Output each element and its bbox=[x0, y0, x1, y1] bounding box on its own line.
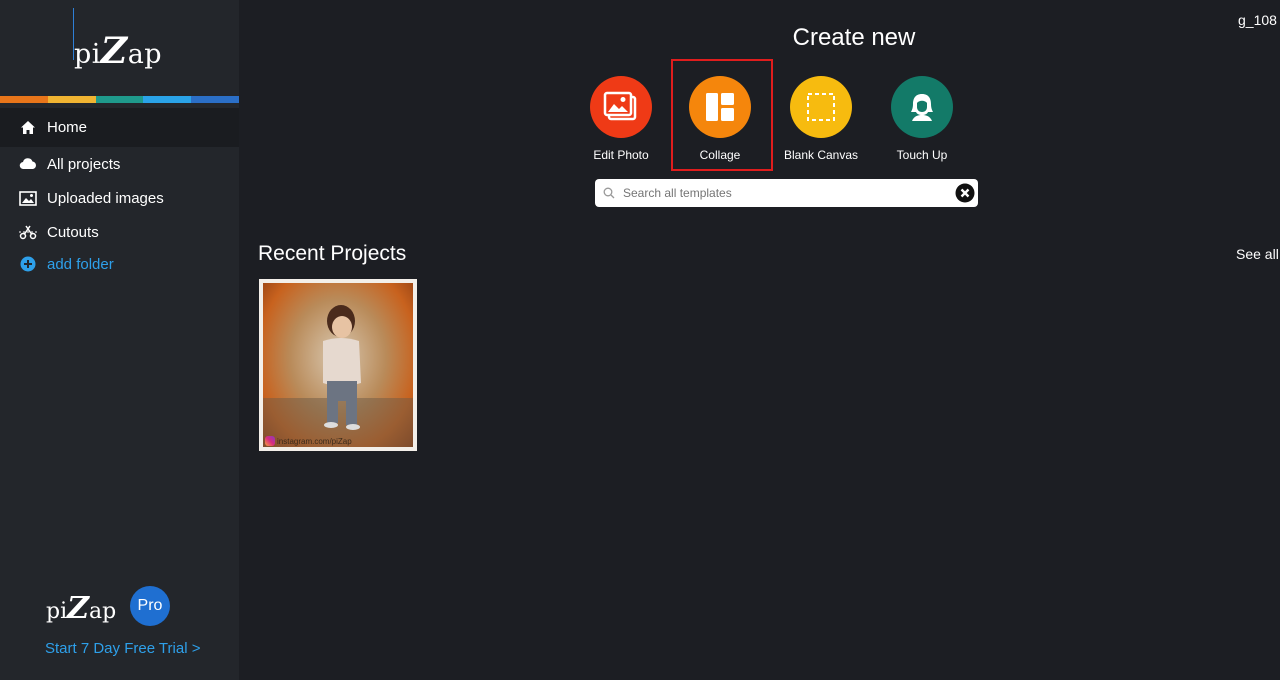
sidebar-item-label: All projects bbox=[47, 155, 121, 173]
see-all-link[interactable]: See all bbox=[1236, 246, 1279, 262]
blank-canvas-circle bbox=[790, 76, 852, 138]
blank-canvas-button[interactable]: Blank Canvas bbox=[781, 74, 861, 162]
edit-photo-label: Edit Photo bbox=[593, 148, 649, 162]
pro-logo-text-pi: pi bbox=[46, 599, 68, 624]
instagram-icon bbox=[265, 436, 275, 446]
sidebar-nav: Home All projects Uploaded images Cutout… bbox=[0, 108, 239, 279]
username-label[interactable]: g_108 bbox=[1238, 12, 1277, 28]
clear-search-icon[interactable] bbox=[954, 182, 976, 204]
touch-up-label: Touch Up bbox=[896, 148, 948, 162]
collage-highlight-box bbox=[671, 59, 773, 171]
search-icon bbox=[595, 179, 623, 207]
template-search-bar bbox=[595, 179, 978, 207]
recent-project-thumbnail[interactable]: instagram.com/piZap bbox=[259, 279, 417, 451]
touch-up-circle bbox=[891, 76, 953, 138]
pizap-pro-logo: piZap bbox=[46, 591, 116, 626]
stripe-segment bbox=[191, 96, 239, 103]
color-stripe bbox=[0, 96, 239, 103]
logo-text-pi: pi bbox=[74, 39, 101, 70]
pizap-logo[interactable]: piZap bbox=[73, 8, 163, 72]
home-icon bbox=[18, 119, 38, 137]
plus-circle-icon bbox=[18, 255, 38, 273]
sidebar-item-home[interactable]: Home bbox=[0, 108, 239, 147]
recent-projects-title: Recent Projects bbox=[258, 242, 407, 265]
logo-text-ap: ap bbox=[127, 39, 163, 70]
edit-photo-icon bbox=[603, 91, 637, 121]
sidebar-item-all-projects[interactable]: All projects bbox=[0, 147, 239, 181]
stripe-segment bbox=[143, 96, 192, 103]
cloud-icon bbox=[18, 155, 38, 173]
stripe-segment bbox=[0, 96, 48, 103]
blank-canvas-icon bbox=[807, 93, 835, 121]
text-cursor bbox=[73, 8, 74, 60]
edit-photo-button[interactable]: Edit Photo bbox=[581, 74, 661, 162]
free-trial-link[interactable]: Start 7 Day Free Trial > bbox=[45, 640, 200, 657]
sidebar-item-cutouts[interactable]: Cutouts bbox=[0, 215, 239, 249]
blank-canvas-label: Blank Canvas bbox=[783, 148, 859, 162]
create-options: Edit Photo Collage Blank Canvas Touch Up bbox=[580, 74, 980, 174]
sidebar-item-uploaded-images[interactable]: Uploaded images bbox=[0, 181, 239, 215]
sidebar: piZap Home All projects Uploaded images bbox=[0, 0, 239, 680]
pro-badge: Pro bbox=[130, 586, 170, 626]
sidebar-item-label: Uploaded images bbox=[47, 189, 164, 207]
edit-photo-circle bbox=[590, 76, 652, 138]
pro-logo-text-z: Z bbox=[67, 591, 90, 626]
project-photo bbox=[263, 283, 413, 447]
sidebar-item-label: Cutouts bbox=[47, 223, 99, 241]
instagram-watermark: instagram.com/piZap bbox=[265, 436, 352, 446]
search-input[interactable] bbox=[623, 186, 954, 200]
sidebar-item-label: Home bbox=[47, 119, 88, 136]
image-icon bbox=[18, 189, 38, 207]
stripe-segment bbox=[47, 96, 96, 103]
child-photo-image bbox=[263, 305, 413, 447]
stripe-segment bbox=[95, 96, 144, 103]
touch-up-button[interactable]: Touch Up bbox=[882, 74, 962, 162]
watermark-text: instagram.com/piZap bbox=[277, 436, 352, 446]
create-new-title: Create new bbox=[792, 24, 916, 51]
pro-logo-text-ap: ap bbox=[89, 599, 117, 624]
logo-text-z: Z bbox=[100, 30, 128, 72]
scissors-icon bbox=[18, 223, 38, 241]
touch-up-icon bbox=[911, 94, 933, 121]
add-folder-label: add folder bbox=[47, 255, 114, 273]
add-folder-button[interactable]: add folder bbox=[0, 249, 239, 279]
